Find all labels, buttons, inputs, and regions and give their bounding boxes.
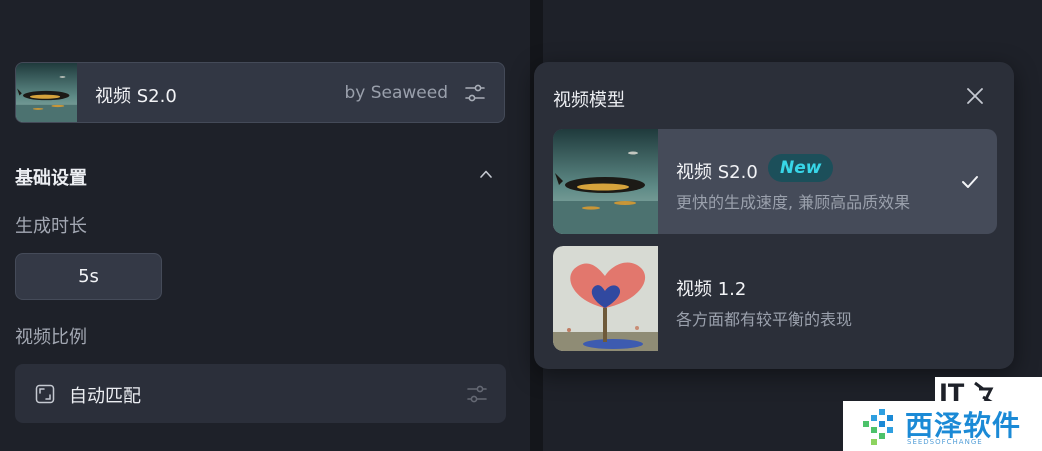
- brand-watermark: 西泽软件 SEEDSOFCHANGE: [843, 401, 1042, 451]
- whale-thumbnail-icon: [16, 63, 77, 122]
- duration-option-button[interactable]: 5s: [15, 253, 162, 300]
- ratio-select-button[interactable]: 自动匹配: [15, 364, 506, 423]
- ratio-value: 自动匹配: [69, 386, 141, 407]
- option-name: 视频 S2.0: [676, 162, 758, 183]
- chevron-up-icon[interactable]: [478, 166, 494, 182]
- model-selector-button[interactable]: 视频 S2.0 by Seaweed: [15, 62, 505, 123]
- model-provider: by Seaweed: [344, 83, 448, 103]
- whale-thumbnail-icon: [553, 129, 658, 234]
- sliders-icon[interactable]: [466, 383, 488, 405]
- close-icon[interactable]: [966, 87, 984, 105]
- model-picker-popover: 视频模型 视频 S2.0 New 更快的生成速度, 兼顾高品质效果 视频 1.2…: [534, 62, 1014, 369]
- aspect-ratio-icon: [35, 384, 55, 404]
- settings-panel: 视频 S2.0 by Seaweed 基础设置 生成时长 5s 视频比例 自动匹…: [0, 0, 530, 451]
- model-name: 视频 S2.0: [95, 86, 177, 107]
- option-description: 更快的生成速度, 兼顾高品质效果: [676, 193, 911, 212]
- section-title-basic-settings: 基础设置: [15, 168, 87, 189]
- option-name: 视频 1.2: [676, 279, 747, 300]
- new-badge: New: [768, 154, 834, 182]
- popover-title: 视频模型: [553, 90, 625, 111]
- model-option-1-2[interactable]: 视频 1.2 各方面都有较平衡的表现: [553, 246, 997, 351]
- duration-label: 生成时长: [15, 216, 87, 237]
- sliders-icon[interactable]: [464, 82, 486, 104]
- brand-logo-icon: [861, 407, 901, 447]
- brand-subtitle: SEEDSOFCHANGE: [907, 438, 983, 446]
- option-description: 各方面都有较平衡的表现: [676, 310, 853, 329]
- ratio-label: 视频比例: [15, 327, 87, 348]
- flower-thumbnail-icon: [553, 246, 658, 351]
- model-option-s2[interactable]: 视频 S2.0 New 更快的生成速度, 兼顾高品质效果: [553, 129, 997, 234]
- check-icon: [961, 174, 979, 190]
